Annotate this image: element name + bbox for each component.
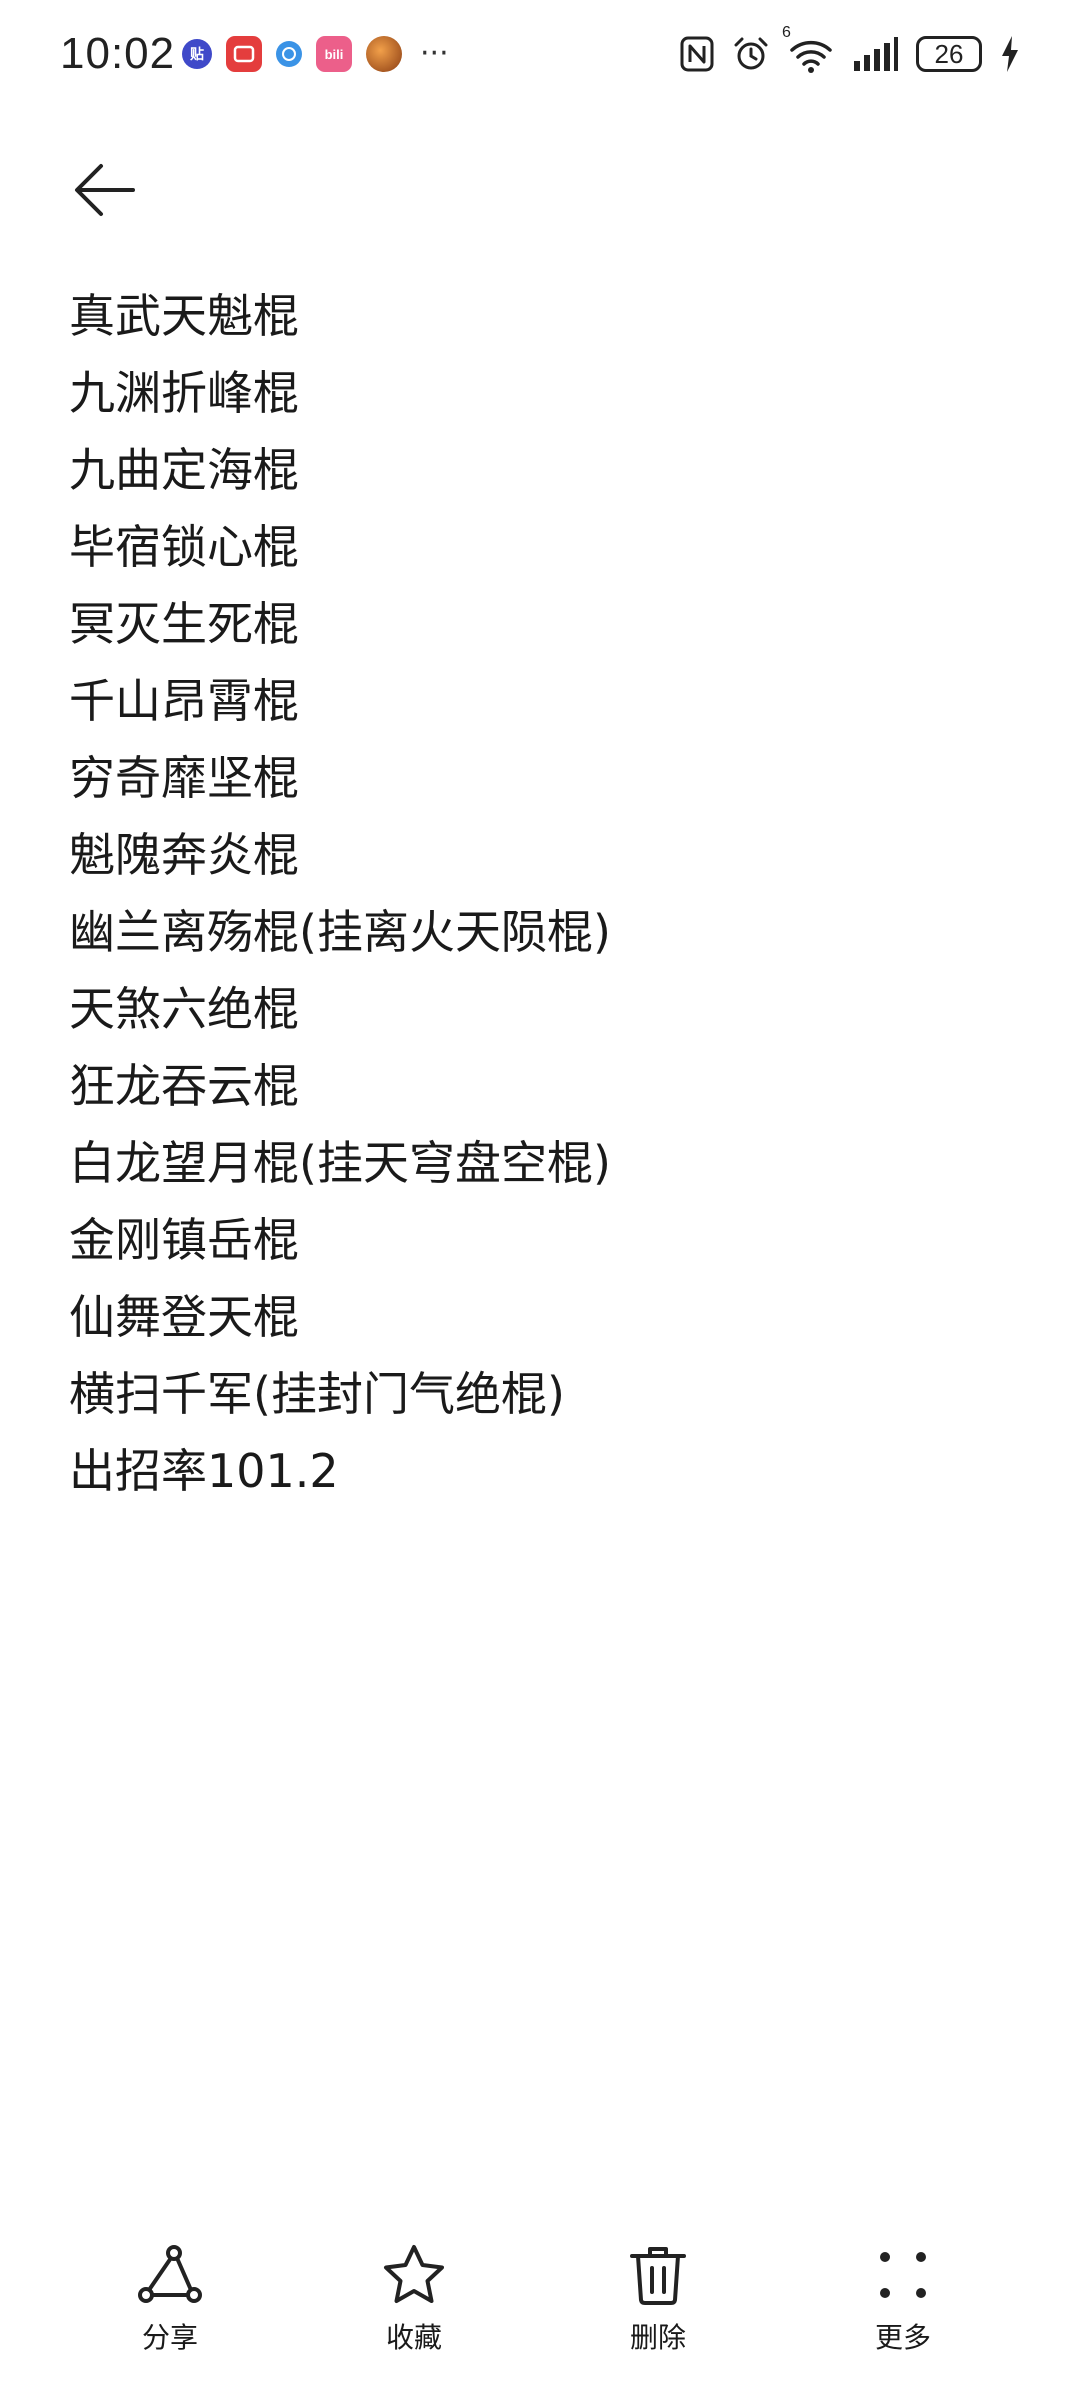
note-line: 出招率101.2 <box>69 1444 339 1498</box>
trash-icon <box>623 2240 693 2310</box>
share-icon <box>135 2240 205 2310</box>
status-time: 10:02 <box>60 29 176 78</box>
more-button[interactable]: 更多 <box>823 2240 983 2370</box>
bilibili-icon: bili <box>316 36 352 72</box>
note-line: 白龙望月棍(挂天穹盘空棍) <box>69 1136 611 1190</box>
nfc-icon <box>680 36 714 72</box>
favorite-button[interactable]: 收藏 <box>334 2240 494 2370</box>
note-line: 九曲定海棍 <box>69 443 299 497</box>
more-label: 更多 <box>874 2321 931 2354</box>
note-line: 狂龙吞云棍 <box>69 1059 299 1113</box>
note-content[interactable]: 真武天魁棍 九渊折峰棍 九曲定海棍 毕宿锁心棍 冥灭生死棍 千山昂霄棍 穷奇靡坚… <box>69 278 1029 1510</box>
delete-button[interactable]: 删除 <box>578 2240 738 2370</box>
note-line: 穷奇靡坚棍 <box>69 751 299 805</box>
battery-level: 26 <box>934 38 964 69</box>
note-line: 仙舞登天棍 <box>69 1290 299 1344</box>
note-line: 千山昂霄棍 <box>69 674 299 728</box>
more-dots-icon <box>868 2240 938 2310</box>
star-icon <box>379 2240 449 2310</box>
favorite-label: 收藏 <box>385 2321 442 2354</box>
notification-icons: 贴 bili ··· <box>182 34 449 74</box>
more-notifications-icon: ··· <box>420 36 449 71</box>
back-arrow-icon <box>75 164 135 216</box>
bottom-toolbar: 分享 收藏 删除 更多 <box>0 2240 1080 2380</box>
note-line: 九渊折峰棍 <box>69 366 299 420</box>
charging-icon <box>1000 36 1020 72</box>
alarm-icon <box>732 35 770 73</box>
note-line: 魁隗奔炎棍 <box>69 828 299 882</box>
tieba-icon: 贴 <box>182 39 212 69</box>
delete-label: 删除 <box>629 2321 686 2354</box>
share-label: 分享 <box>141 2321 198 2354</box>
signal-icon <box>852 37 898 71</box>
browser-icon <box>276 41 302 67</box>
battery-indicator: 26 <box>916 36 982 72</box>
note-line: 冥灭生死棍 <box>69 597 299 651</box>
back-button[interactable] <box>64 150 144 230</box>
status-bar: 10:02 贴 bili ··· 6 26 <box>0 0 1080 110</box>
note-line: 毕宿锁心棍 <box>69 520 299 574</box>
wifi-icon: 6 <box>782 24 834 74</box>
note-line: 幽兰离殇棍(挂离火天陨棍) <box>69 905 611 959</box>
note-line: 横扫千军(挂封门气绝棍) <box>69 1367 565 1421</box>
note-line: 真武天魁棍 <box>69 289 299 343</box>
network-label: 6 <box>782 24 791 41</box>
red-app-icon <box>226 36 262 72</box>
avatar-icon <box>366 36 402 72</box>
share-button[interactable]: 分享 <box>90 2240 250 2370</box>
note-line: 天煞六绝棍 <box>69 982 299 1036</box>
system-icons: 6 26 <box>680 24 1020 78</box>
note-line: 金刚镇岳棍 <box>69 1213 299 1267</box>
